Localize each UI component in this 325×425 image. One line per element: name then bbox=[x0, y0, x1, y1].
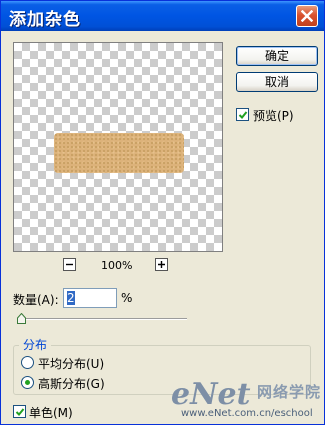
watermark-url: www.eNet.com.cn/eschool bbox=[181, 408, 313, 419]
amount-value: 2 bbox=[67, 291, 75, 305]
close-button[interactable] bbox=[296, 5, 318, 27]
gaussian-radio[interactable] bbox=[21, 376, 34, 389]
watermark-logo: eNet bbox=[171, 377, 251, 412]
close-icon bbox=[301, 10, 313, 22]
zoom-level: 100% bbox=[101, 259, 133, 272]
preview-label: 预览(P) bbox=[253, 109, 294, 123]
plus-icon bbox=[158, 261, 165, 268]
checkmark-icon bbox=[15, 408, 25, 416]
window-title: 添加杂色 bbox=[9, 10, 81, 30]
zoom-in-button[interactable] bbox=[155, 258, 168, 271]
distribution-title: 分布 bbox=[19, 336, 52, 353]
checkmark-icon bbox=[238, 111, 248, 119]
amount-label: 数量(A): bbox=[13, 293, 59, 307]
monochrome-label: 单色(M) bbox=[29, 406, 73, 420]
title-bar[interactable]: 添加杂色 bbox=[1, 1, 324, 31]
radio-selected-dot bbox=[25, 380, 30, 385]
preview-swatch bbox=[54, 133, 184, 173]
minus-icon bbox=[66, 263, 73, 266]
zoom-controls: 100% bbox=[63, 258, 173, 274]
slider-thumb-icon[interactable] bbox=[17, 313, 26, 324]
preview-checkbox[interactable] bbox=[236, 108, 249, 121]
zoom-out-button[interactable] bbox=[63, 258, 76, 271]
uniform-label: 平均分布(U) bbox=[38, 357, 105, 371]
watermark-text: 网络学院 bbox=[257, 383, 322, 401]
gaussian-label: 高斯分布(G) bbox=[38, 377, 105, 391]
amount-unit: % bbox=[121, 291, 133, 305]
add-noise-dialog: 添加杂色 100% 确定 取消 预览(P) 数量(A): 2 % 分布 平均分布… bbox=[0, 0, 325, 425]
ok-button[interactable]: 确定 bbox=[236, 46, 318, 66]
amount-slider-track[interactable] bbox=[19, 318, 187, 320]
monochrome-checkbox[interactable] bbox=[13, 405, 26, 418]
cancel-button[interactable]: 取消 bbox=[236, 72, 318, 92]
amount-input[interactable]: 2 bbox=[63, 288, 117, 308]
uniform-radio[interactable] bbox=[21, 356, 34, 369]
preview-canvas[interactable] bbox=[13, 42, 223, 252]
